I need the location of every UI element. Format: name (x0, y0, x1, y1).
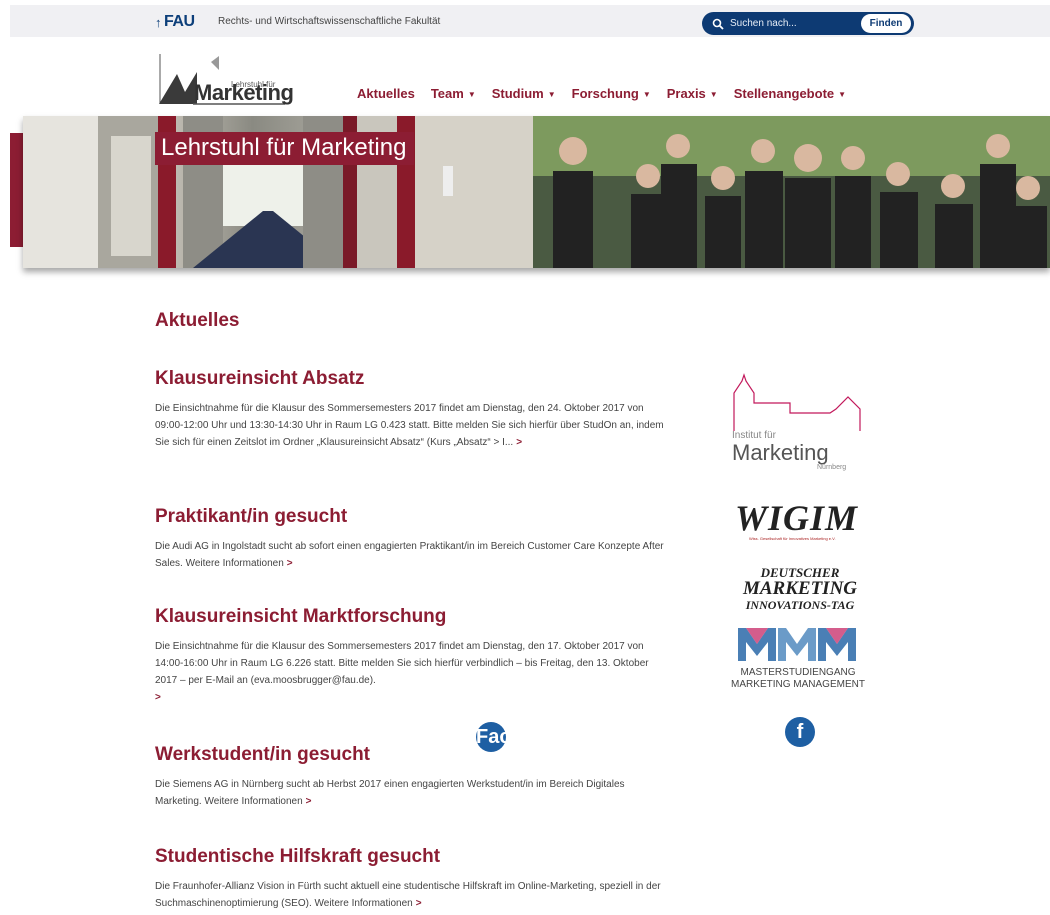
post-title[interactable]: Studentische Hilfskraft gesucht (155, 846, 665, 868)
nav-praxis[interactable]: Praxis ▼ (667, 86, 718, 101)
nav-label: Praxis (666, 86, 706, 101)
read-more-link[interactable]: > (306, 796, 312, 807)
institut-city: Nürnberg (817, 464, 847, 471)
faculty-link[interactable]: Rechts- und Wirtschaftswissenschaftliche… (218, 16, 440, 27)
institut-title: Marketing (732, 440, 829, 465)
nav-label: Forschung (571, 86, 639, 101)
nav-label: Team (430, 86, 464, 101)
dmit-line3: INNOVATIONS-TAG (745, 598, 855, 612)
caret-down-icon: ▼ (467, 90, 476, 100)
nav-label: Aktuelles (357, 86, 415, 101)
post-excerpt: Die Siemens AG in Nürnberg sucht ab Herb… (155, 776, 665, 810)
mmm-logo[interactable] (738, 628, 856, 661)
news-post: Studentische Hilfskraft gesucht Die Frau… (155, 846, 665, 912)
fau-logo[interactable]: ↑ FAU (155, 13, 195, 31)
caret-down-icon: ▼ (547, 90, 556, 100)
post-excerpt: Die Fraunhofer-Allianz Vision in Fürth s… (155, 878, 665, 912)
post-title[interactable]: Klausureinsicht Marktforschung (155, 606, 665, 628)
post-text: Die Einsichtnahme für die Klausur des So… (155, 641, 649, 686)
post-title[interactable]: Werkstudent/in gesucht (155, 744, 665, 766)
post-text: Die Einsichtnahme für die Klausur des So… (155, 403, 664, 448)
wigim-subtitle: Wiss. Gesellschaft für Innovatives Marke… (749, 536, 836, 541)
team-silhouettes (533, 116, 1050, 268)
logo-title: Marketing (194, 80, 294, 105)
read-more-link[interactable]: > (516, 437, 522, 448)
caret-down-icon: ▼ (642, 90, 651, 100)
post-excerpt: Die Audi AG in Ingolstadt sucht ab sofor… (155, 538, 665, 572)
nav-label: Stellenangebote (733, 86, 835, 101)
post-text: Die Siemens AG in Nürnberg sucht ab Herb… (155, 779, 625, 807)
fau-logo-text: FAU (164, 13, 195, 30)
mmm-line1: MASTERSTUDIENGANG (740, 667, 856, 678)
news-post: Klausureinsicht Marktforschung Die Einsi… (155, 606, 665, 706)
dmit-logo[interactable]: DEUTSCHER MARKETING INNOVATIONS-TAG (732, 565, 868, 613)
mmm-line2: MARKETING MANAGEMENT (731, 679, 865, 690)
search-button[interactable]: Finden (861, 14, 911, 33)
search-icon (712, 18, 724, 30)
post-title[interactable]: Klausureinsicht Absatz (155, 368, 665, 390)
nav-studium[interactable]: Studium ▼ (492, 86, 556, 101)
up-arrow-icon: ↑ (155, 14, 162, 30)
caret-down-icon: ▼ (838, 90, 847, 100)
post-excerpt: Die Einsichtnahme für die Klausur des So… (155, 638, 665, 706)
read-more-link[interactable]: > (416, 898, 422, 909)
post-excerpt: Die Einsichtnahme für die Klausur des So… (155, 400, 665, 451)
nav-aktuelles[interactable]: Aktuelles (357, 86, 415, 101)
wigim-logo[interactable]: WIGIM (735, 497, 858, 539)
post-text: Die Audi AG in Ingolstadt sucht ab sofor… (155, 541, 664, 569)
read-more-link[interactable]: > (287, 558, 293, 569)
read-more-link[interactable]: > (155, 692, 161, 703)
main-nav: Aktuelles Team ▼ Studium ▼ Forschung ▼ Prax… (357, 86, 862, 101)
hero-title: Lehrstuhl für Marketing (155, 132, 415, 165)
search-input[interactable] (730, 18, 850, 29)
mmm-caption: MASTERSTUDIENGANG MARKETING MANAGEMENT (728, 667, 868, 691)
fau-topbar: ↑ FAU Rechts- und Wirtschaftswissenschaf… (10, 5, 1050, 778)
news-post: Praktikant/in gesucht Die Audi AG in Ing… (155, 506, 665, 572)
nav-stellenangebote[interactable]: Stellenangebote ▼ (734, 86, 846, 101)
nav-label: Studium (491, 86, 544, 101)
nav-team[interactable]: Team ▼ (431, 86, 476, 101)
caret-down-icon: ▼ (709, 90, 718, 100)
post-title[interactable]: Praktikant/in gesucht (155, 506, 665, 528)
news-post: Werkstudent/in gesucht Die Siemens AG in… (155, 744, 665, 810)
post-text: Die Fraunhofer-Allianz Vision in Fürth s… (155, 881, 661, 909)
section-title: Aktuelles (155, 310, 240, 331)
hero-team-photo (533, 116, 1050, 268)
dmit-line2: MARKETING (742, 578, 858, 599)
nav-forschung[interactable]: Forschung ▼ (572, 86, 651, 101)
institut-castle-icon[interactable] (730, 373, 870, 433)
news-post: Klausureinsicht Absatz Die Einsichtnahme… (155, 368, 665, 451)
search-bar: Finden (702, 12, 914, 35)
facebook-icon[interactable]: f (785, 717, 815, 747)
